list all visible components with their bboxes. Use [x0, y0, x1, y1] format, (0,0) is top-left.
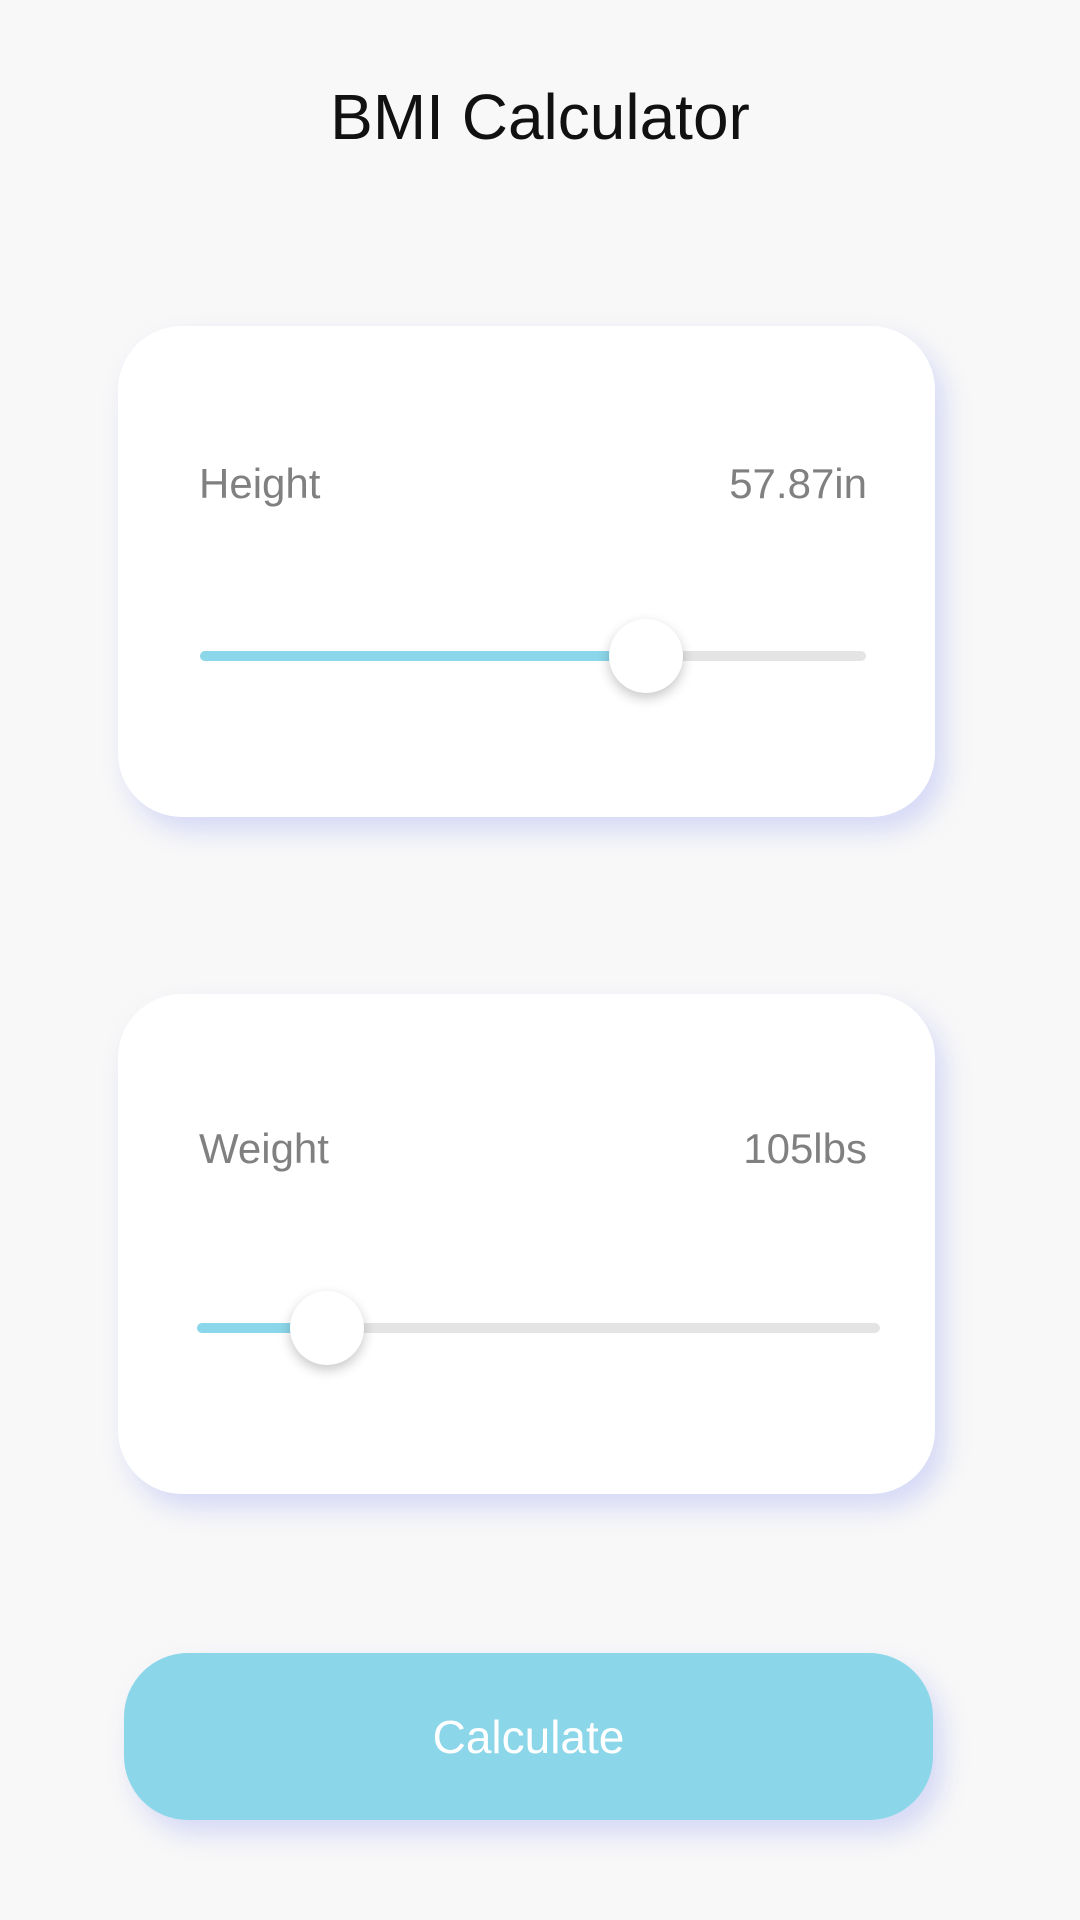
weight-slider[interactable] [197, 1291, 880, 1365]
weight-card: Weight 105lbs [118, 994, 935, 1494]
height-slider[interactable] [200, 619, 866, 693]
height-label: Height [199, 460, 321, 507]
calculate-button[interactable]: Calculate [124, 1653, 933, 1820]
height-slider-fill [200, 651, 647, 661]
calculate-button-label: Calculate [432, 1710, 625, 1763]
height-card: Height 57.87in [118, 326, 935, 817]
weight-label: Weight [199, 1125, 329, 1172]
weight-slider-thumb[interactable] [289, 1291, 364, 1365]
page-title: BMI Calculator [330, 81, 750, 153]
height-value: 57.87in [729, 460, 867, 507]
weight-value: 105lbs [743, 1125, 867, 1172]
height-slider-thumb[interactable] [609, 619, 684, 693]
